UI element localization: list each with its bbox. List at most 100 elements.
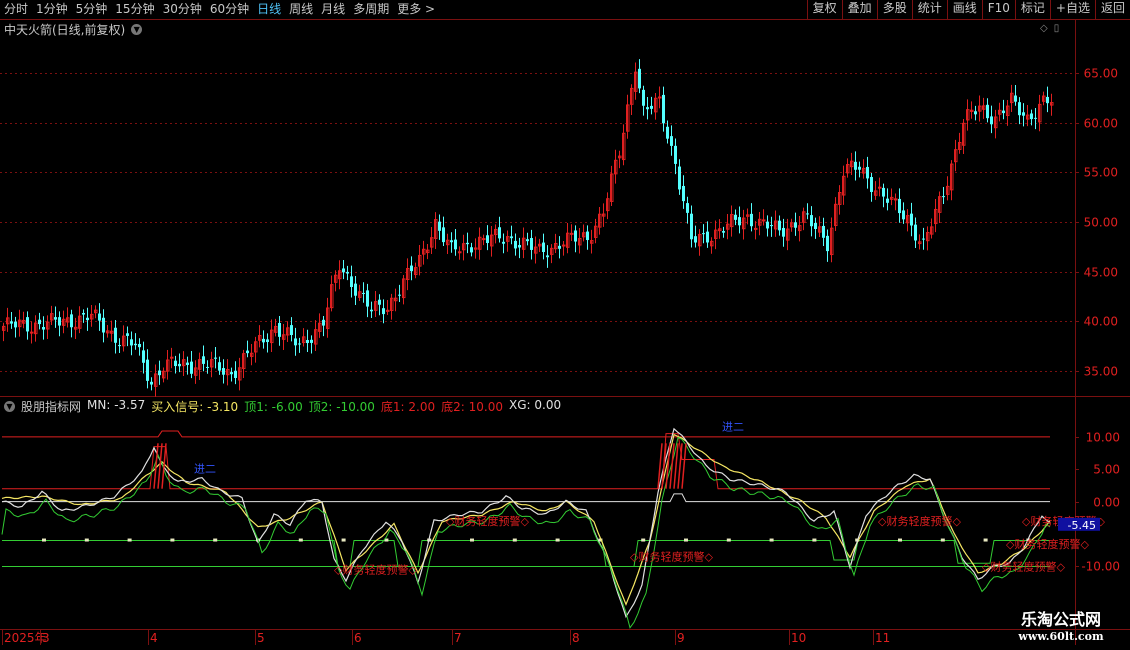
- candle-body: [766, 221, 769, 229]
- top1-marker: [726, 538, 731, 542]
- candle-body: [142, 350, 145, 363]
- candle-body: [562, 244, 566, 247]
- top1-marker: [213, 538, 218, 542]
- candle-body: [770, 225, 773, 227]
- indicator-tick-label: -10.00: [1081, 560, 1120, 574]
- candle-body: [146, 359, 149, 381]
- candle-body: [1014, 95, 1017, 102]
- price-tick-label: 65.00: [1084, 67, 1118, 81]
- candle-body: [530, 238, 533, 250]
- candle-body: [910, 213, 913, 226]
- candle-body: [30, 331, 34, 334]
- candle-body: [466, 242, 469, 245]
- candle-body: [378, 299, 381, 305]
- candle-body: [638, 68, 641, 89]
- top1-marker: [341, 538, 346, 542]
- top1-marker: [898, 538, 902, 542]
- alert-spike: [157, 443, 163, 489]
- candle-body: [574, 230, 577, 242]
- time-tick-label: 4: [150, 631, 158, 645]
- candle-body: [438, 221, 441, 231]
- candle-body: [54, 317, 57, 320]
- candle-body: [546, 255, 549, 258]
- candle-body: [922, 238, 925, 240]
- candle-body: [882, 187, 885, 197]
- candle-body: [370, 309, 373, 312]
- candle-body: [750, 213, 753, 227]
- candle-body: [822, 225, 825, 238]
- candle-body: [1022, 112, 1025, 116]
- candle-body: [990, 116, 993, 125]
- candle-body: [782, 227, 785, 237]
- signal-mark-label: 进二: [722, 420, 744, 433]
- candle-body: [734, 214, 737, 220]
- candle-body: [902, 210, 905, 220]
- ref-line-top1: [2, 540, 1050, 567]
- candle-body: [346, 271, 349, 274]
- green-line: [1, 436, 1051, 629]
- warning-label: ◇财务轻度预警◇: [1006, 537, 1089, 551]
- top1-marker: [170, 538, 175, 542]
- top1-marker: [298, 538, 303, 542]
- candle-body: [470, 247, 473, 253]
- candle-body: [570, 232, 574, 235]
- time-tick-label: 5: [257, 631, 265, 645]
- candle-body: [974, 111, 977, 115]
- time-tick-label: 9: [677, 631, 685, 645]
- candle-body: [754, 227, 758, 230]
- candle-body: [674, 145, 677, 164]
- candle-body: [306, 340, 309, 344]
- candle-body: [642, 89, 645, 106]
- candle-body: [510, 236, 513, 239]
- candle-body: [706, 231, 709, 243]
- alert-spike: [661, 443, 667, 489]
- candle-body: [1046, 96, 1049, 104]
- time-tick-label: 7: [454, 631, 462, 645]
- candle-body: [762, 219, 766, 222]
- top1-marker: [940, 538, 945, 542]
- top1-marker: [84, 538, 89, 542]
- candle-body: [486, 235, 489, 244]
- candle-body: [230, 372, 233, 375]
- signal-mark-label: 进二: [194, 463, 216, 476]
- candle-body: [322, 319, 325, 326]
- candle-body: [398, 294, 401, 296]
- indicator-tick-label: 0.00: [1093, 496, 1120, 510]
- top1-marker: [641, 538, 646, 542]
- time-tick-label: 11: [875, 631, 890, 645]
- candle-body: [646, 107, 649, 110]
- indicator-tick-label: 5.00: [1093, 463, 1120, 477]
- candle-body: [498, 227, 501, 239]
- watermark-title: 乐淘公式网: [1020, 610, 1101, 629]
- candle-body: [158, 370, 161, 376]
- candle-body: [178, 363, 181, 367]
- candle-body: [682, 185, 685, 202]
- candle-body: [342, 268, 345, 273]
- candle-body: [450, 240, 453, 243]
- candle-body: [310, 339, 313, 343]
- candle-body: [514, 240, 517, 249]
- candle-body: [246, 350, 249, 354]
- candle-body: [678, 166, 681, 190]
- price-tick-label: 40.00: [1084, 315, 1118, 329]
- candle-body: [134, 343, 137, 346]
- candle-body: [454, 239, 457, 250]
- candle-body: [518, 245, 521, 248]
- candle-body: [266, 339, 269, 343]
- candle-body: [186, 362, 189, 365]
- top1-marker: [555, 538, 560, 542]
- candle-body: [482, 238, 486, 241]
- ref-line-bottom2: [2, 430, 1050, 438]
- candle-body: [174, 360, 177, 367]
- candle-body: [70, 314, 73, 328]
- candle-body: [806, 213, 809, 215]
- candle-body: [350, 276, 353, 288]
- candle-body: [738, 217, 741, 226]
- candle-body: [298, 343, 301, 345]
- candle-body: [190, 361, 193, 374]
- candle-body: [854, 161, 857, 170]
- chart-canvas[interactable]: 35.0040.0045.0050.0055.0060.0065.0010.00…: [0, 0, 1130, 650]
- candle-body: [98, 313, 101, 321]
- candle-body: [986, 104, 989, 119]
- candle-body: [502, 241, 505, 244]
